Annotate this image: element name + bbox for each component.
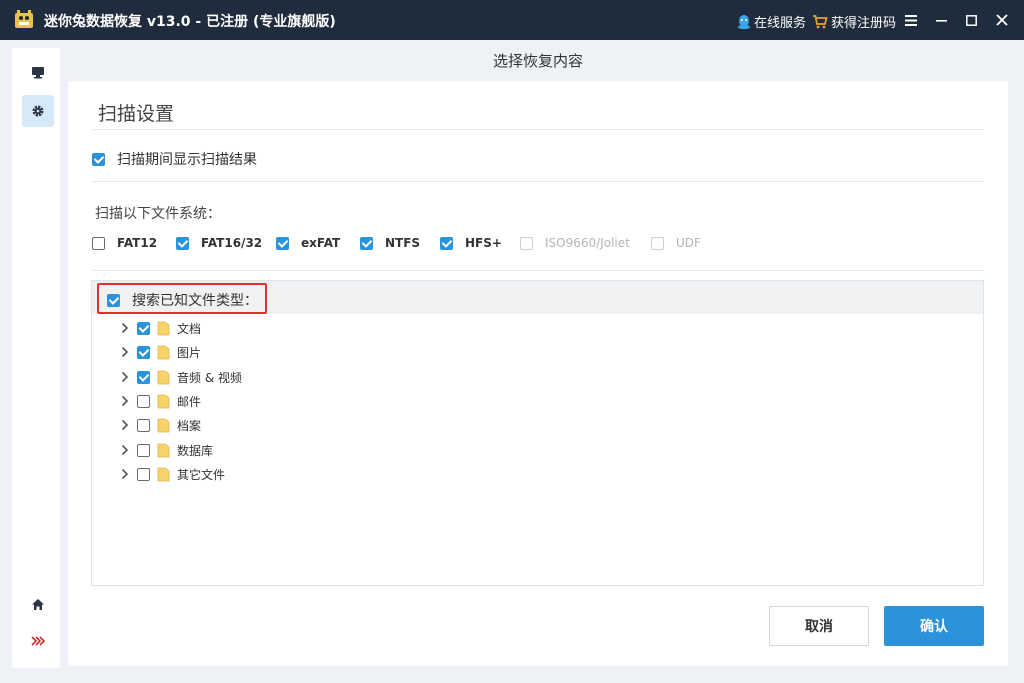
tree-item-checkbox[interactable] [137,370,150,384]
chevron-right-icon[interactable] [120,419,130,431]
tree-item[interactable]: 图片 [120,342,201,362]
online-service-label: 在线服务 [754,16,807,31]
folder-icon [157,345,170,360]
app-title: 迷你兔数据恢复 v13.0 - 已注册 (专业旗舰版) [44,14,336,30]
tree-item-label: 数据库 [177,443,214,458]
divider [92,270,984,271]
file-type-tree: 搜索已知文件类型： 文档 图片 音频 & 视频 邮件 档案 数据库 其它文件 [91,280,984,586]
maximize-icon [965,14,977,26]
get-code-link[interactable]: 获得注册码 [812,12,896,31]
chevron-right-icon[interactable] [120,468,130,480]
sidebar-item-expand[interactable] [22,625,54,657]
fs-label: UDF [676,236,701,250]
fs-option-hfsplus[interactable]: HFS+ [440,236,502,250]
fs-label: FAT16/32 [201,236,263,250]
home-icon [32,598,44,610]
menu-button[interactable] [899,8,923,32]
folder-icon [157,467,170,482]
show-results-checkbox[interactable] [92,152,105,166]
tree-item[interactable]: 档案 [120,415,201,435]
fs-checkbox[interactable] [360,236,373,250]
minimize-icon [935,19,947,22]
chevron-right-icon[interactable] [120,395,130,407]
page-title: 选择恢复内容 [492,52,583,70]
fs-label: exFAT [301,236,341,250]
show-results-option[interactable]: 扫描期间显示扫描结果 [92,149,257,169]
chevron-right-icon[interactable] [120,371,130,383]
folder-icon [157,418,170,433]
tree-item-label: 其它文件 [177,467,226,482]
fs-label: HFS+ [465,236,502,250]
tree-item-checkbox[interactable] [137,467,150,481]
fs-option-iso9660: ISO9660/Joliet [520,236,630,250]
tree-item-checkbox[interactable] [137,443,150,457]
qq-icon [738,14,750,29]
fs-option-fat12[interactable]: FAT12 [92,236,157,250]
tree-item[interactable]: 其它文件 [120,464,225,484]
cart-icon [813,15,828,29]
fs-checkbox [651,236,664,250]
folder-icon [157,394,170,409]
sidebar-item-devices[interactable] [22,56,54,88]
tree-item-checkbox[interactable] [137,345,150,359]
gear-icon [32,105,44,117]
filesystem-label: 扫描以下文件系统： [95,206,221,222]
fs-checkbox[interactable] [176,236,189,250]
sidebar [12,48,60,668]
fs-checkbox [520,236,533,250]
confirm-button[interactable]: 确认 [884,606,984,646]
chevron-right-icon[interactable] [120,444,130,456]
app-logo-icon [15,10,33,28]
fs-label: NTFS [385,236,421,250]
divider [92,181,984,182]
sidebar-item-home[interactable] [22,588,54,620]
fs-checkbox[interactable] [92,236,105,250]
chevron-right-icon[interactable] [120,346,130,358]
tree-item[interactable]: 文档 [120,318,201,338]
folder-icon [157,321,170,336]
maximize-button[interactable] [959,8,983,32]
tree-item-checkbox[interactable] [137,394,150,408]
tree-item-label: 图片 [177,345,202,360]
tree-item-label: 文档 [177,321,202,336]
tree-item[interactable]: 音频 & 视频 [120,367,242,387]
sidebar-item-settings[interactable] [22,95,54,127]
hamburger-icon [905,14,917,26]
tree-header: 搜索已知文件类型： [92,281,983,314]
tree-item-label: 邮件 [177,394,202,409]
chevron-right-icon[interactable] [120,322,130,334]
fs-label: FAT12 [117,236,158,250]
online-service-link[interactable]: 在线服务 [737,12,806,31]
fs-option-ntfs[interactable]: NTFS [360,236,420,250]
fs-checkbox[interactable] [440,236,453,250]
tree-item[interactable]: 数据库 [120,440,213,460]
cancel-button[interactable]: 取消 [769,606,869,646]
show-results-label: 扫描期间显示扫描结果 [117,152,257,168]
divider [92,129,984,130]
tree-item-checkbox[interactable] [137,321,150,335]
minimize-button[interactable] [929,8,953,32]
title-bar: 迷你兔数据恢复 v13.0 - 已注册 (专业旗舰版) 在线服务 获得注册码 [0,0,1024,40]
folder-icon [157,443,170,458]
fs-option-udf: UDF [651,236,701,250]
get-code-label: 获得注册码 [831,16,897,31]
scan-settings-panel: 扫描设置 扫描期间显示扫描结果 扫描以下文件系统： FAT12 FAT16/32… [68,81,1008,666]
fs-label: ISO9660/Joliet [545,236,630,250]
fs-option-fat16-32[interactable]: FAT16/32 [176,236,262,250]
fs-checkbox[interactable] [276,236,289,250]
highlight-box [97,283,267,314]
monitor-icon [32,66,44,78]
folder-icon [157,370,170,385]
close-button[interactable] [990,8,1014,32]
tree-item-label: 档案 [177,418,202,433]
tree-item[interactable]: 邮件 [120,391,201,411]
double-chevron-right-icon [31,636,45,646]
section-title: 扫描设置 [98,103,175,125]
fs-option-exfat[interactable]: exFAT [276,236,340,250]
tree-item-label: 音频 & 视频 [177,370,242,385]
tree-item-checkbox[interactable] [137,418,150,432]
close-icon [996,14,1008,26]
